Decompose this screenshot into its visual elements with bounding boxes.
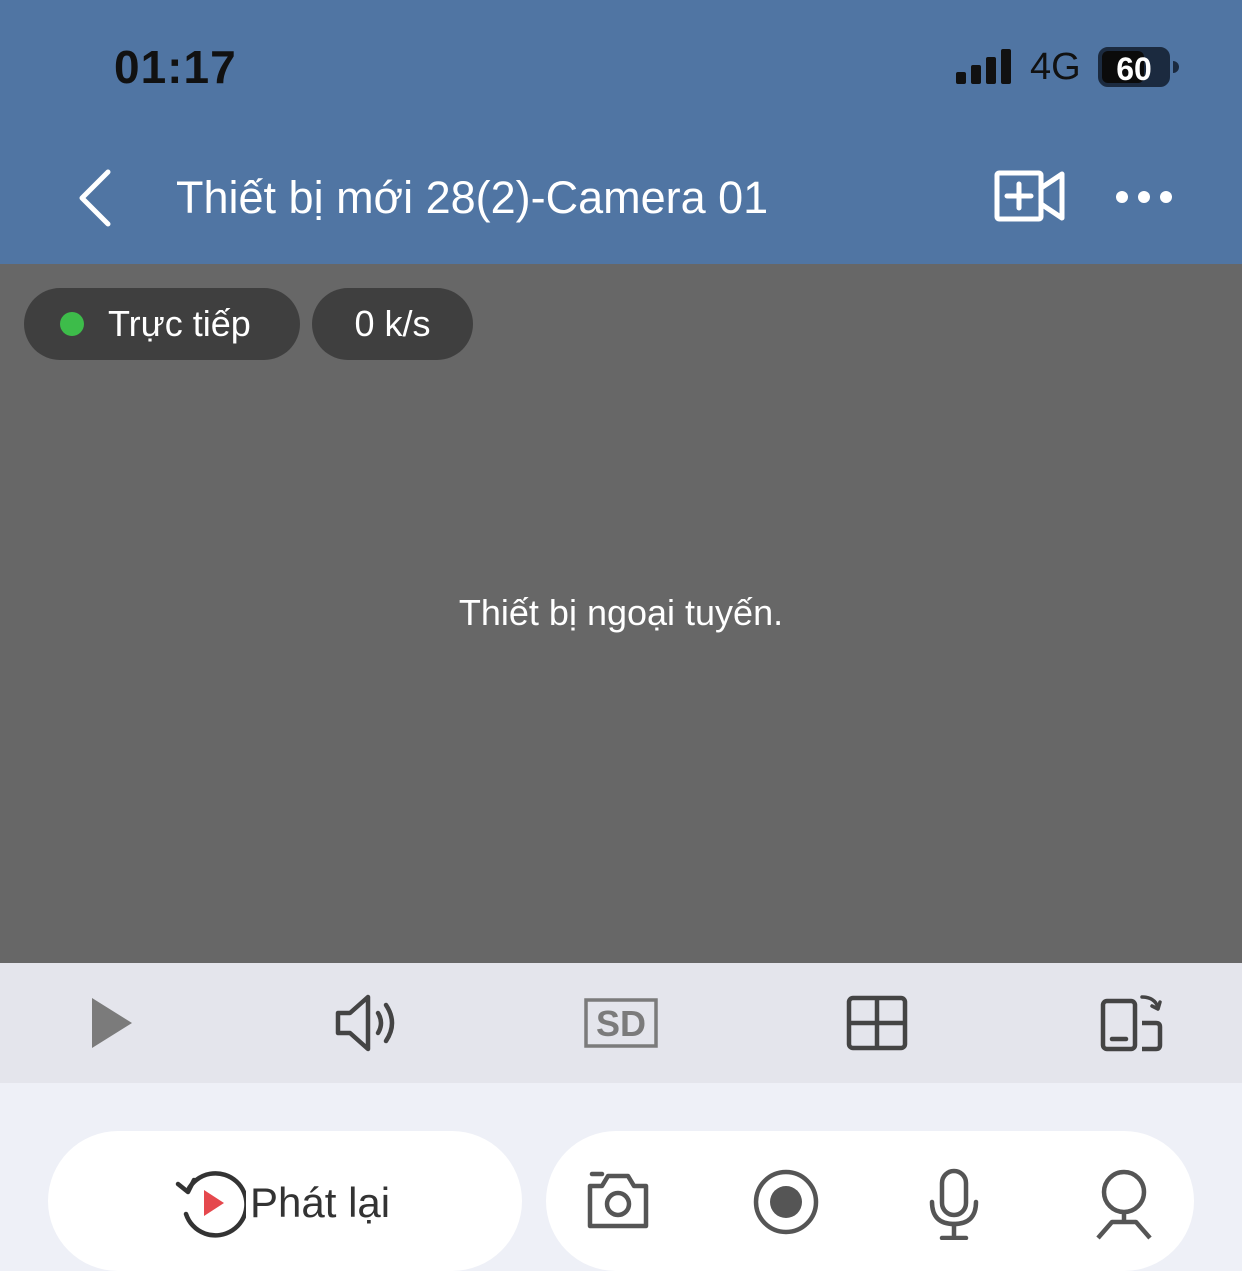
quality-label: SD bbox=[596, 1003, 646, 1044]
page-title: Thiết bị mới 28(2)-Camera 01 bbox=[176, 172, 769, 223]
status-time: 01:17 bbox=[114, 41, 237, 93]
player-control-bar: SD bbox=[0, 963, 1242, 1083]
add-camera-button[interactable] bbox=[994, 168, 1066, 229]
ptz-camera-icon bbox=[1096, 1169, 1152, 1240]
grid-icon bbox=[846, 995, 908, 1051]
camera-icon bbox=[587, 1171, 649, 1229]
more-options-button[interactable] bbox=[1112, 184, 1176, 215]
back-button[interactable] bbox=[74, 168, 118, 233]
network-type: 4G bbox=[1030, 46, 1081, 88]
bitrate-value: 0 k/s bbox=[354, 303, 431, 344]
live-badge: Trực tiếp bbox=[24, 288, 300, 360]
ptz-control-button[interactable] bbox=[1092, 1168, 1156, 1245]
video-plus-icon bbox=[994, 170, 1065, 222]
screenshot-button[interactable] bbox=[584, 1168, 652, 1237]
more-dots-icon bbox=[1116, 191, 1172, 203]
record-button[interactable] bbox=[752, 1168, 820, 1241]
multi-view-button[interactable] bbox=[846, 963, 908, 1083]
bitrate-badge: 0 k/s bbox=[312, 288, 473, 360]
microphone-button[interactable] bbox=[926, 1168, 982, 1245]
play-icon bbox=[92, 998, 132, 1048]
record-icon bbox=[753, 1169, 819, 1235]
rotate-screen-button[interactable] bbox=[1100, 963, 1164, 1083]
playback-button[interactable]: Phát lại bbox=[174, 1168, 390, 1238]
live-label: Trực tiếp bbox=[108, 303, 251, 344]
microphone-icon bbox=[929, 1168, 979, 1241]
rotate-device-icon bbox=[1100, 995, 1163, 1052]
offline-message: Thiết bị ngoại tuyến. bbox=[458, 592, 784, 633]
battery-icon: 60 bbox=[1098, 47, 1180, 94]
live-status-dot bbox=[60, 312, 84, 336]
battery-level: 60 bbox=[1116, 51, 1152, 87]
signal-icon bbox=[956, 48, 1014, 91]
speaker-icon bbox=[335, 994, 395, 1052]
quality-button[interactable]: SD bbox=[584, 963, 658, 1083]
sound-button[interactable] bbox=[334, 963, 400, 1083]
playback-label: Phát lại bbox=[250, 1179, 391, 1226]
play-button[interactable] bbox=[88, 963, 134, 1083]
replay-icon bbox=[175, 1171, 246, 1238]
